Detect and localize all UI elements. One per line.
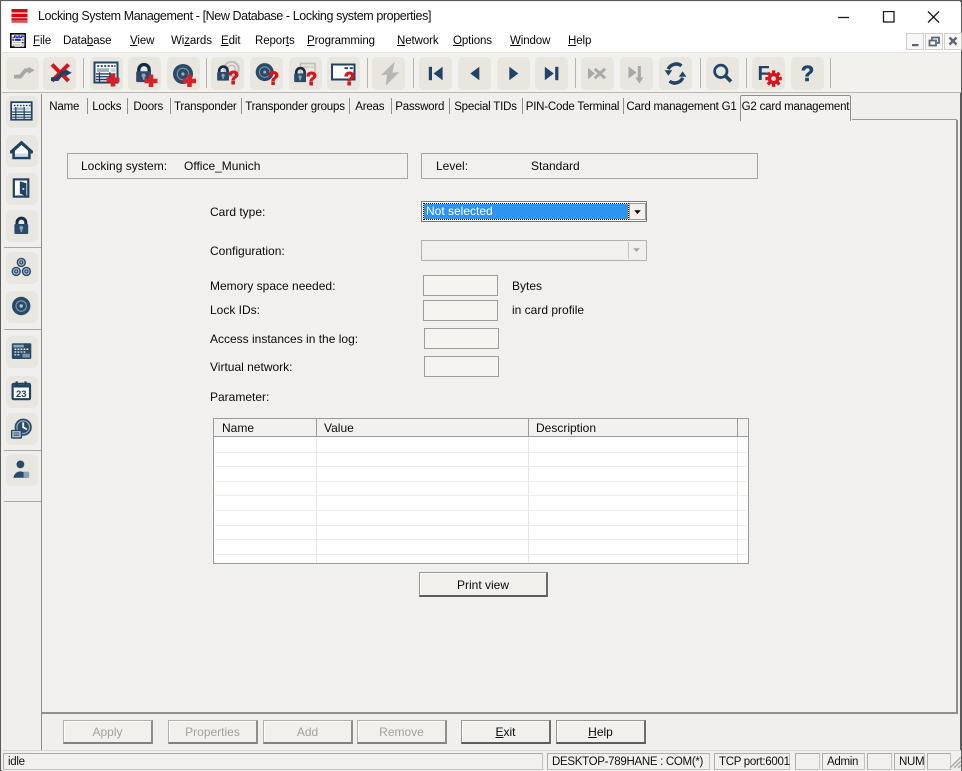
svg-text:?: ?	[228, 68, 239, 87]
svg-text:?: ?	[344, 69, 355, 87]
svg-text:?: ?	[268, 69, 279, 88]
svg-text:?: ?	[801, 61, 814, 86]
svg-text:?: ?	[306, 69, 317, 87]
svg-text:23: 23	[16, 389, 27, 400]
